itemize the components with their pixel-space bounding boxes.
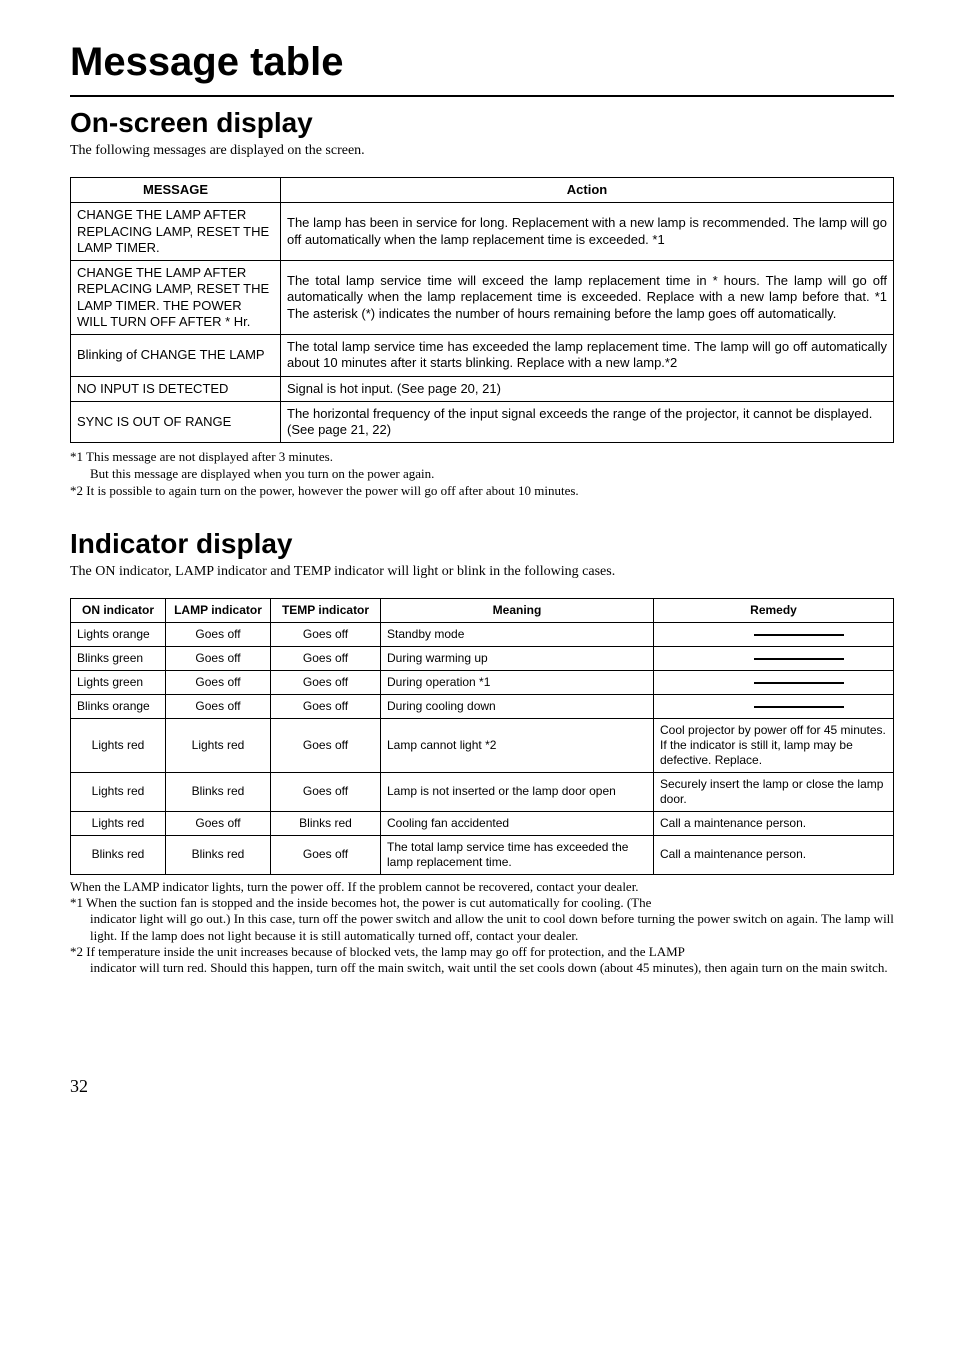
action-cell: The horizontal frequency of the input si… (281, 401, 894, 443)
table-row: Lights green Goes off Goes off During op… (71, 670, 894, 694)
title-divider (70, 95, 894, 97)
table-header-row: MESSAGE Action (71, 178, 894, 203)
table-row: Blinks red Blinks red Goes off The total… (71, 835, 894, 874)
lamp-cell: Goes off (166, 622, 271, 646)
action-cell: The total lamp service time has exceeded… (281, 335, 894, 377)
meaning-cell: The total lamp service time has exceeded… (381, 835, 654, 874)
message-table: MESSAGE Action CHANGE THE LAMP AFTER REP… (70, 177, 894, 443)
lamp-cell: Goes off (166, 694, 271, 718)
dash-icon (754, 634, 844, 636)
on-cell: Blinks red (71, 835, 166, 874)
header-lamp: LAMP indicator (166, 598, 271, 622)
msg-cell: CHANGE THE LAMP AFTER REPLACING LAMP, RE… (71, 261, 281, 335)
table-row: Lights orange Goes off Goes off Standby … (71, 622, 894, 646)
meaning-cell: During warming up (381, 646, 654, 670)
footnote-line: *1 When the suction fan is stopped and t… (70, 895, 894, 911)
table-row: Blinks green Goes off Goes off During wa… (71, 646, 894, 670)
lamp-cell: Goes off (166, 670, 271, 694)
meaning-cell: Standby mode (381, 622, 654, 646)
remedy-cell (654, 622, 894, 646)
table-row: Lights red Goes off Blinks red Cooling f… (71, 811, 894, 835)
remedy-cell: Securely insert the lamp or close the la… (654, 772, 894, 811)
dash-icon (754, 706, 844, 708)
indicator-table: ON indicator LAMP indicator TEMP indicat… (70, 598, 894, 875)
on-cell: Lights green (71, 670, 166, 694)
on-cell: Lights orange (71, 622, 166, 646)
meaning-cell: During cooling down (381, 694, 654, 718)
section-heading-onscreen: On-screen display (70, 107, 894, 139)
header-action: Action (281, 178, 894, 203)
lamp-cell: Goes off (166, 811, 271, 835)
msg-cell: Blinking of CHANGE THE LAMP (71, 335, 281, 377)
section2-intro: The ON indicator, LAMP indicator and TEM… (70, 564, 894, 580)
meaning-cell: Lamp is not inserted or the lamp door op… (381, 772, 654, 811)
page-title: Message table (70, 40, 894, 85)
note-line: *1 This message are not displayed after … (70, 449, 894, 466)
temp-cell: Blinks red (271, 811, 381, 835)
header-remedy: Remedy (654, 598, 894, 622)
footnote-line: *2 If temperature inside the unit increa… (70, 944, 894, 960)
on-cell: Blinks green (71, 646, 166, 670)
table-row: CHANGE THE LAMP AFTER REPLACING LAMP, RE… (71, 261, 894, 335)
temp-cell: Goes off (271, 694, 381, 718)
table-header-row: ON indicator LAMP indicator TEMP indicat… (71, 598, 894, 622)
msg-cell: CHANGE THE LAMP AFTER REPLACING LAMP, RE… (71, 203, 281, 261)
header-message: MESSAGE (71, 178, 281, 203)
remedy-cell (654, 694, 894, 718)
footnote-line: indicator light will go out.) In this ca… (70, 911, 894, 944)
lamp-cell: Blinks red (166, 835, 271, 874)
section1-intro: The following messages are displayed on … (70, 143, 894, 159)
table-row: SYNC IS OUT OF RANGE The horizontal freq… (71, 401, 894, 443)
on-cell: Lights red (71, 718, 166, 772)
temp-cell: Goes off (271, 772, 381, 811)
on-cell: Blinks orange (71, 694, 166, 718)
remedy-cell: Cool projector by power off for 45 minut… (654, 718, 894, 772)
header-temp: TEMP indicator (271, 598, 381, 622)
table-row: Blinks orange Goes off Goes off During c… (71, 694, 894, 718)
on-cell: Lights red (71, 811, 166, 835)
meaning-cell: Cooling fan accidented (381, 811, 654, 835)
table-row: Lights red Blinks red Goes off Lamp is n… (71, 772, 894, 811)
table-row: CHANGE THE LAMP AFTER REPLACING LAMP, RE… (71, 203, 894, 261)
meaning-cell: During operation *1 (381, 670, 654, 694)
note-line: But this message are displayed when you … (70, 466, 894, 483)
section1-notes: *1 This message are not displayed after … (70, 449, 894, 500)
remedy-cell (654, 646, 894, 670)
action-cell: Signal is hot input. (See page 20, 21) (281, 376, 894, 401)
lamp-cell: Goes off (166, 646, 271, 670)
temp-cell: Goes off (271, 646, 381, 670)
footnote-line: indicator will turn red. Should this hap… (70, 960, 894, 976)
temp-cell: Goes off (271, 622, 381, 646)
remedy-cell (654, 670, 894, 694)
table-row: Lights red Lights red Goes off Lamp cann… (71, 718, 894, 772)
table-row: NO INPUT IS DETECTED Signal is hot input… (71, 376, 894, 401)
lamp-cell: Blinks red (166, 772, 271, 811)
remedy-cell: Call a maintenance person. (654, 811, 894, 835)
temp-cell: Goes off (271, 835, 381, 874)
msg-cell: SYNC IS OUT OF RANGE (71, 401, 281, 443)
temp-cell: Goes off (271, 718, 381, 772)
header-meaning: Meaning (381, 598, 654, 622)
lamp-cell: Lights red (166, 718, 271, 772)
page-number: 32 (70, 1076, 894, 1097)
temp-cell: Goes off (271, 670, 381, 694)
on-cell: Lights red (71, 772, 166, 811)
meaning-cell: Lamp cannot light *2 (381, 718, 654, 772)
section2-footnotes: When the LAMP indicator lights, turn the… (70, 879, 894, 977)
header-on: ON indicator (71, 598, 166, 622)
note-line: *2 It is possible to again turn on the p… (70, 483, 894, 500)
section-heading-indicator: Indicator display (70, 528, 894, 560)
msg-cell: NO INPUT IS DETECTED (71, 376, 281, 401)
table-row: Blinking of CHANGE THE LAMP The total la… (71, 335, 894, 377)
remedy-cell: Call a maintenance person. (654, 835, 894, 874)
dash-icon (754, 658, 844, 660)
footnote-line: When the LAMP indicator lights, turn the… (70, 879, 894, 895)
action-cell: The total lamp service time will exceed … (281, 261, 894, 335)
dash-icon (754, 682, 844, 684)
action-cell: The lamp has been in service for long. R… (281, 203, 894, 261)
